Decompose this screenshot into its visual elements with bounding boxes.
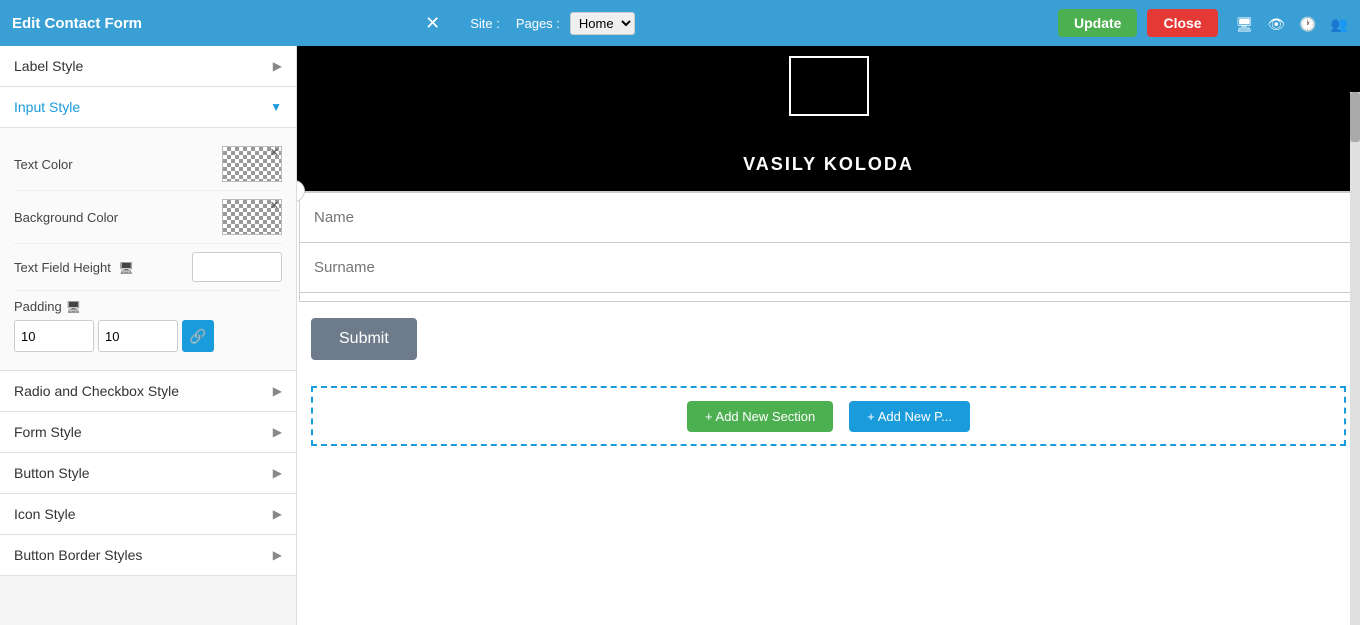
form-field-empty [300, 292, 1357, 302]
button-style-label: Button Style [14, 465, 90, 481]
canvas-person-name: VASILY KOLODA [743, 154, 914, 175]
name-input[interactable] [300, 193, 1357, 242]
topbar: Edit Contact Form ✕ Site : Pages : Home … [0, 0, 1360, 46]
monitor-icon[interactable] [1236, 13, 1254, 34]
form-field-surname [300, 242, 1357, 293]
link-icon: 🔗 [189, 328, 206, 345]
input-style-chevron: ▼ [270, 100, 282, 114]
monitor-icon-padding: 🖥 [66, 300, 81, 314]
text-color-row: Text Color ✕ [14, 138, 282, 191]
panel-title: Edit Contact Form [12, 15, 415, 32]
bg-color-close[interactable]: ✕ [270, 201, 279, 212]
form-style-label: Form Style [14, 424, 82, 440]
right-scrollbar[interactable] [1350, 92, 1360, 625]
submit-button[interactable]: Submit [311, 318, 417, 360]
add-section-button[interactable]: + Add New Section [687, 401, 833, 432]
form-field-name [300, 192, 1357, 243]
scrollbar-thumb[interactable] [1350, 92, 1360, 142]
people-icon[interactable] [1331, 13, 1348, 34]
left-panel: Label Style ▶ Input Style ▼ Text Color ✕… [0, 46, 297, 625]
surname-input[interactable] [300, 243, 1357, 292]
input-style-label: Input Style [14, 99, 80, 115]
padding-row: Padding 🖥 10 10 🔗 [14, 291, 282, 360]
topbar-icons [1236, 13, 1348, 34]
main-layout: Label Style ▶ Input Style ▼ Text Color ✕… [0, 46, 1360, 625]
bg-color-row: Background Color ✕ [14, 191, 282, 244]
label-style-header[interactable]: Label Style ▶ [0, 46, 296, 87]
pages-label: Pages : [516, 16, 560, 31]
icon-style-label: Icon Style [14, 506, 75, 522]
padding-input-1[interactable]: 10 [14, 320, 94, 352]
link-button[interactable]: 🔗 [182, 320, 214, 352]
label-style-chevron: ▶ [273, 59, 282, 73]
monitor-icon-small: 🖥 [118, 261, 133, 275]
label-style-label: Label Style [14, 58, 83, 74]
button-style-chevron: ▶ [273, 466, 282, 480]
input-style-body: Text Color ✕ Background Color ✕ Text Fie… [0, 128, 296, 371]
canvas-box [789, 56, 869, 116]
padding-inputs: 10 10 🔗 [14, 320, 282, 352]
form-style-header[interactable]: Form Style ▶ [0, 412, 296, 453]
panel-close-x[interactable]: ✕ [425, 13, 440, 34]
right-area: VASILY KOLODA ‹ Submit [297, 46, 1360, 625]
add-section-area: + Add New Section + Add New P... [311, 386, 1346, 446]
text-color-close[interactable]: ✕ [270, 148, 279, 159]
pages-select[interactable]: Home [570, 12, 635, 35]
close-button[interactable]: Close [1147, 9, 1217, 37]
icon-style-header[interactable]: Icon Style ▶ [0, 494, 296, 535]
bg-color-label: Background Color [14, 210, 118, 225]
input-style-header[interactable]: Input Style ▼ [0, 87, 296, 128]
eye-icon[interactable] [1267, 13, 1285, 34]
canvas-top: VASILY KOLODA [297, 46, 1360, 191]
radio-checkbox-style-header[interactable]: Radio and Checkbox Style ▶ [0, 371, 296, 412]
button-style-header[interactable]: Button Style ▶ [0, 453, 296, 494]
form-style-chevron: ▶ [273, 425, 282, 439]
history-icon[interactable] [1299, 13, 1316, 34]
text-field-height-label: Text Field Height 🖥 [14, 260, 134, 275]
text-field-height-input[interactable] [192, 252, 282, 282]
update-button[interactable]: Update [1058, 9, 1137, 37]
form-submit-area: Submit [297, 302, 1360, 376]
text-color-picker[interactable]: ✕ [222, 146, 282, 182]
padding-input-2[interactable]: 10 [98, 320, 178, 352]
radio-checkbox-chevron: ▶ [273, 384, 282, 398]
button-border-styles-chevron: ▶ [273, 548, 282, 562]
button-border-styles-header[interactable]: Button Border Styles ▶ [0, 535, 296, 576]
text-field-height-row: Text Field Height 🖥 [14, 244, 282, 291]
canvas-form-area: Submit + Add New Section + Add New P... [297, 191, 1360, 625]
site-label: Site : [470, 16, 500, 31]
padding-label: Padding 🖥 [14, 299, 282, 314]
add-page-button[interactable]: + Add New P... [849, 401, 970, 432]
form-container [299, 191, 1358, 302]
button-border-styles-label: Button Border Styles [14, 547, 142, 563]
bg-color-picker[interactable]: ✕ [222, 199, 282, 235]
icon-style-chevron: ▶ [273, 507, 282, 521]
text-color-label: Text Color [14, 157, 73, 172]
radio-checkbox-style-label: Radio and Checkbox Style [14, 383, 179, 399]
